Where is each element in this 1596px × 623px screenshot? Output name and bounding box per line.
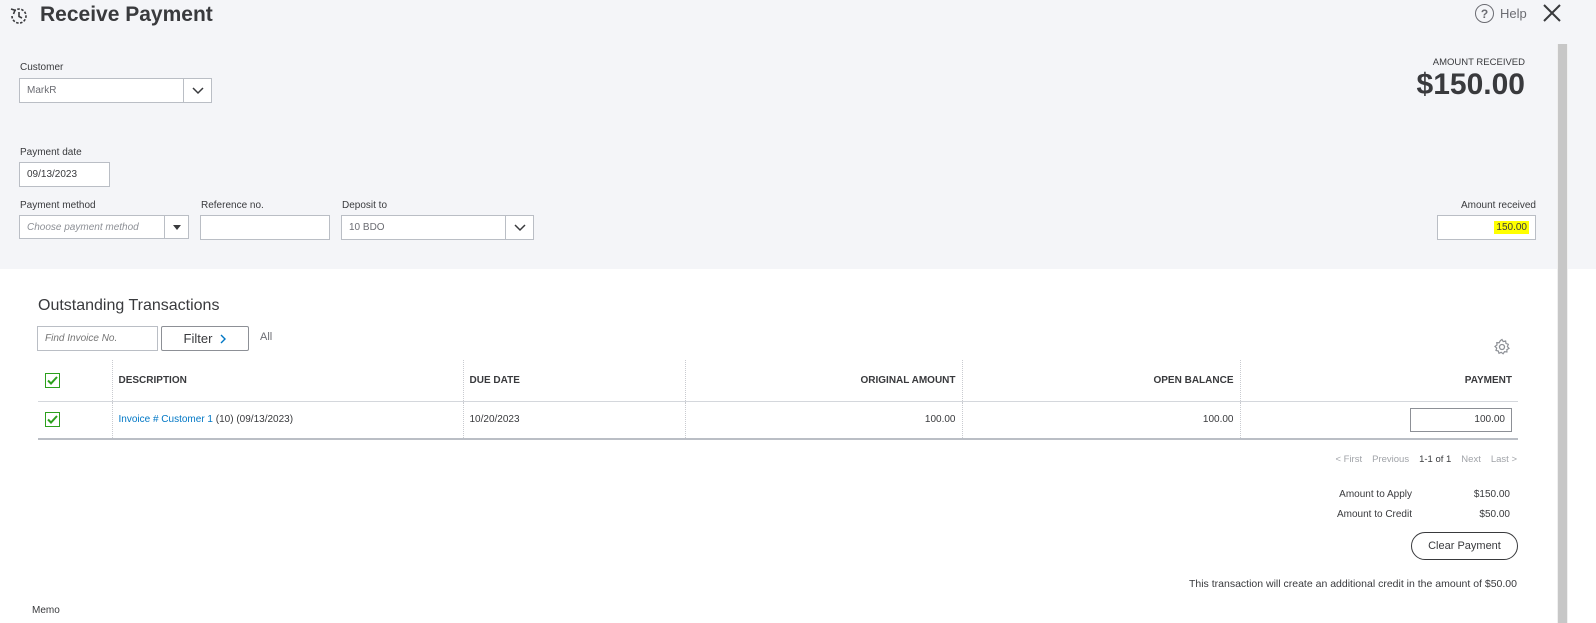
- gear-icon[interactable]: [1493, 338, 1511, 356]
- deposit-to-label: Deposit to: [342, 200, 388, 211]
- reference-label: Reference no.: [201, 200, 264, 211]
- payment-value: 100.00: [1474, 414, 1505, 426]
- checkmark-icon: [47, 376, 58, 385]
- payment-method-label: Payment method: [20, 200, 96, 211]
- payment-date-value: 09/13/2023: [27, 169, 78, 180]
- chevron-down-icon: [513, 223, 526, 231]
- select-all-checkbox[interactable]: [45, 372, 60, 388]
- scrollbar-thumb[interactable]: [1558, 44, 1567, 623]
- pager-first[interactable]: < First: [1335, 454, 1362, 465]
- invoice-details: (10) (09/13/2023): [213, 414, 294, 426]
- pager-current: 1-1 of 1: [1419, 454, 1452, 465]
- column-header-open-balance[interactable]: OPEN BALANCE: [962, 360, 1241, 402]
- customer-select[interactable]: MarkR: [19, 78, 212, 103]
- customer-label: Customer: [20, 62, 64, 73]
- caret-down-icon: [172, 224, 181, 230]
- row-select-cell: [38, 401, 113, 440]
- row-due-date: 10/20/2023: [463, 401, 686, 440]
- help-icon: ?: [1475, 4, 1494, 23]
- all-filter-label[interactable]: All: [260, 331, 272, 343]
- help-button[interactable]: ? Help: [1475, 4, 1527, 23]
- customer-dropdown-button[interactable]: [183, 79, 211, 102]
- amount-to-apply-label: Amount to Apply: [1339, 489, 1412, 500]
- chevron-down-icon: [191, 86, 204, 94]
- deposit-to-value: 10 BDO: [349, 222, 385, 233]
- page-title: Receive Payment: [40, 3, 213, 26]
- customer-value: MarkR: [27, 85, 57, 96]
- pagination: < First Previous 1-1 of 1 Next Last >: [1335, 454, 1517, 465]
- invoice-link[interactable]: Invoice # Customer 1: [119, 414, 214, 425]
- payment-date-field[interactable]: 09/13/2023: [19, 162, 110, 187]
- find-invoice-input[interactable]: [37, 326, 158, 351]
- filter-label: Filter: [183, 331, 213, 346]
- amount-received-value: 150.00: [1494, 221, 1529, 234]
- table-row: Invoice # Customer 1 (10) (09/13/2023) 1…: [38, 401, 1518, 440]
- amount-received-input[interactable]: 150.00: [1437, 215, 1536, 240]
- clear-payment-button[interactable]: Clear Payment: [1411, 532, 1518, 560]
- chevron-right-icon: [220, 334, 227, 343]
- column-header-description[interactable]: DESCRIPTION: [112, 360, 464, 402]
- amount-received-caption: AMOUNT RECEIVED: [1432, 57, 1525, 68]
- reference-input[interactable]: [200, 215, 330, 240]
- row-open-balance: 100.00: [962, 401, 1241, 440]
- credit-note: This transaction will create an addition…: [1188, 578, 1517, 590]
- column-header-due-date[interactable]: DUE DATE: [463, 360, 686, 402]
- payment-method-placeholder: Choose payment method: [27, 221, 139, 233]
- deposit-to-dropdown-button[interactable]: [505, 216, 533, 239]
- select-all-cell: [38, 360, 113, 402]
- payment-method-dropdown-button[interactable]: [164, 216, 188, 238]
- row-checkbox[interactable]: [45, 412, 60, 428]
- filter-button[interactable]: Filter: [161, 326, 249, 351]
- amount-received-total: $150.00: [1416, 68, 1525, 101]
- column-header-payment[interactable]: PAYMENT: [1240, 360, 1518, 402]
- table-header-row: DESCRIPTION DUE DATE ORIGINAL AMOUNT OPE…: [38, 360, 1518, 402]
- amount-to-credit-value: $50.00: [1479, 509, 1510, 520]
- amount-received-label: Amount received: [1460, 200, 1536, 211]
- close-icon[interactable]: [1541, 2, 1563, 24]
- row-payment-cell: 100.00: [1240, 401, 1518, 440]
- payment-input[interactable]: 100.00: [1410, 407, 1512, 432]
- help-label: Help: [1500, 6, 1527, 21]
- checkmark-icon: [47, 415, 58, 425]
- amount-to-apply-value: $150.00: [1473, 489, 1510, 500]
- column-header-original-amount[interactable]: ORIGINAL AMOUNT: [685, 360, 963, 402]
- row-original-amount: 100.00: [685, 401, 963, 440]
- pager-next[interactable]: Next: [1461, 454, 1481, 465]
- deposit-to-select[interactable]: 10 BDO: [341, 215, 534, 240]
- pager-last[interactable]: Last >: [1491, 454, 1517, 465]
- payment-date-label: Payment date: [20, 147, 82, 158]
- amount-to-credit-label: Amount to Credit: [1336, 509, 1412, 520]
- payment-method-select[interactable]: Choose payment method: [19, 215, 189, 239]
- recent-history-icon[interactable]: [8, 5, 30, 27]
- row-description: Invoice # Customer 1 (10) (09/13/2023): [112, 401, 464, 440]
- pager-previous[interactable]: Previous: [1372, 454, 1409, 465]
- outstanding-transactions-table: DESCRIPTION DUE DATE ORIGINAL AMOUNT OPE…: [38, 360, 1518, 440]
- memo-label: Memo: [32, 605, 60, 616]
- outstanding-transactions-title: Outstanding Transactions: [38, 297, 220, 314]
